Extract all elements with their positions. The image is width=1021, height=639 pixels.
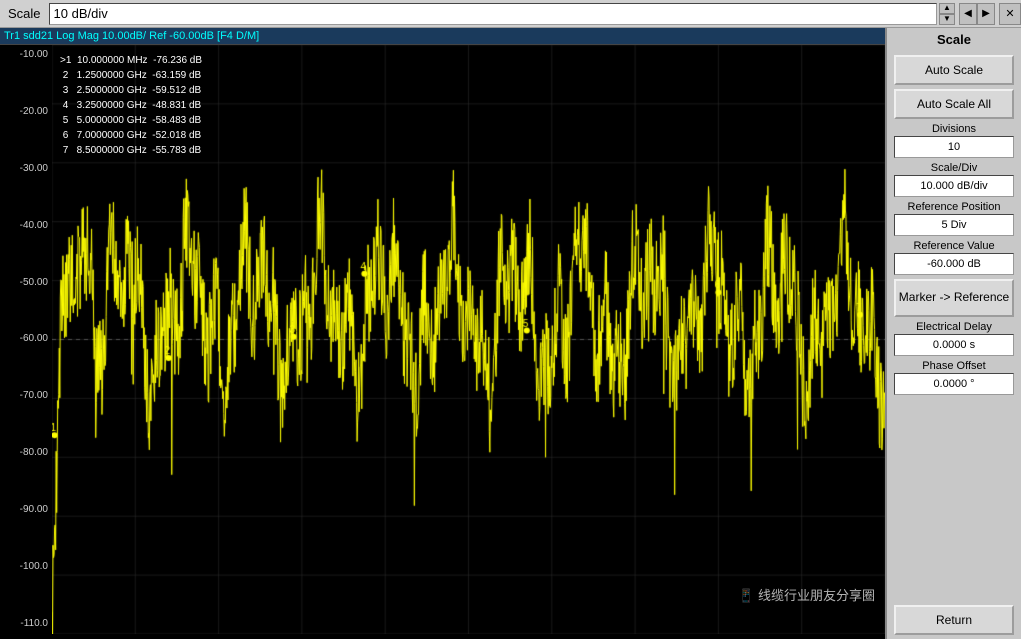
ref-pos-value[interactable]: 5 Div — [894, 214, 1014, 236]
scale-div-section: Scale/Div 10.000 dB/div — [894, 162, 1014, 197]
chart-body: -10.00 -20.00 -30.00 -40.00 -50.00 -60.0… — [0, 45, 885, 634]
marker-2: 2 1.2500000 GHz -63.159 dB — [60, 68, 202, 83]
chart-header: Tr1 sdd21 Log Mag 10.00dB/ Ref -60.00dB … — [0, 28, 885, 45]
y-label-6: -60.00 — [0, 334, 52, 344]
y-label-2: -20.00 — [0, 107, 52, 117]
close-button[interactable]: ✕ — [999, 3, 1021, 25]
y-label-8: -80.00 — [0, 448, 52, 458]
y-label-10: -100.0 — [0, 562, 52, 572]
ref-val-value[interactable]: -60.000 dB — [894, 253, 1014, 275]
y-label-7: -70.00 — [0, 391, 52, 401]
chart-area: Tr1 sdd21 Log Mag 10.00dB/ Ref -60.00dB … — [0, 28, 885, 639]
scale-div-label: Scale/Div — [894, 162, 1014, 174]
marker-info: >1 10.000000 MHz -76.236 dB 2 1.2500000 … — [60, 53, 202, 158]
scale-div-value[interactable]: 10.000 dB/div — [894, 175, 1014, 197]
arrow-right[interactable]: ▶ — [977, 3, 995, 25]
y-label-3: -30.00 — [0, 164, 52, 174]
divisions-value[interactable]: 10 — [894, 136, 1014, 158]
phase-offset-label: Phase Offset — [894, 360, 1014, 372]
ref-pos-section: Reference Position 5 Div — [894, 201, 1014, 236]
phase-offset-section: Phase Offset 0.0000 ° — [894, 360, 1014, 395]
elec-delay-label: Electrical Delay — [894, 321, 1014, 333]
scale-spinners: ▲ ▼ — [939, 3, 955, 25]
main-content: Tr1 sdd21 Log Mag 10.00dB/ Ref -60.00dB … — [0, 28, 1021, 639]
elec-delay-section: Electrical Delay 0.0000 s — [894, 321, 1014, 356]
arrow-left[interactable]: ◀ — [959, 3, 977, 25]
scale-label: Scale — [0, 6, 49, 21]
marker-ref-button[interactable]: Marker -> Reference — [894, 279, 1014, 317]
scale-input[interactable] — [49, 3, 937, 25]
marker-3: 3 2.5000000 GHz -59.512 dB — [60, 83, 202, 98]
divisions-label: Divisions — [894, 123, 1014, 135]
top-bar: Scale ▲ ▼ ◀ ▶ ✕ — [0, 0, 1021, 28]
spin-up[interactable]: ▲ — [939, 3, 955, 14]
watermark: 📱 线缆行业朋友分享圈 — [738, 585, 875, 604]
y-label-4: -40.00 — [0, 221, 52, 231]
ref-pos-label: Reference Position — [894, 201, 1014, 213]
spin-down[interactable]: ▼ — [939, 14, 955, 25]
elec-delay-value[interactable]: 0.0000 s — [894, 334, 1014, 356]
auto-scale-all-button[interactable]: Auto Scale All — [894, 89, 1014, 119]
divisions-section: Divisions 10 — [894, 123, 1014, 158]
y-label-11: -110.0 — [0, 619, 52, 629]
right-panel: Scale Auto Scale Auto Scale All Division… — [885, 28, 1021, 639]
phase-offset-value[interactable]: 0.0000 ° — [894, 373, 1014, 395]
marker-4: 4 3.2500000 GHz -48.831 dB — [60, 98, 202, 113]
marker-6: 6 7.0000000 GHz -52.018 dB — [60, 128, 202, 143]
auto-scale-button[interactable]: Auto Scale — [894, 55, 1014, 85]
y-axis: -10.00 -20.00 -30.00 -40.00 -50.00 -60.0… — [0, 45, 52, 634]
return-button[interactable]: Return — [894, 605, 1014, 635]
y-label-5: -50.00 — [0, 278, 52, 288]
y-label-1: -10.00 — [0, 50, 52, 60]
panel-title: Scale — [937, 32, 971, 47]
nav-arrows: ◀ ▶ — [959, 3, 995, 25]
marker-7: 7 8.5000000 GHz -55.783 dB — [60, 143, 202, 158]
y-label-9: -90.00 — [0, 505, 52, 515]
marker-5: 5 5.0000000 GHz -58.483 dB — [60, 113, 202, 128]
ref-val-section: Reference Value -60.000 dB — [894, 240, 1014, 275]
watermark-text: 线缆行业朋友分享圈 — [758, 588, 875, 603]
marker-1: >1 10.000000 MHz -76.236 dB — [60, 53, 202, 68]
ref-val-label: Reference Value — [894, 240, 1014, 252]
